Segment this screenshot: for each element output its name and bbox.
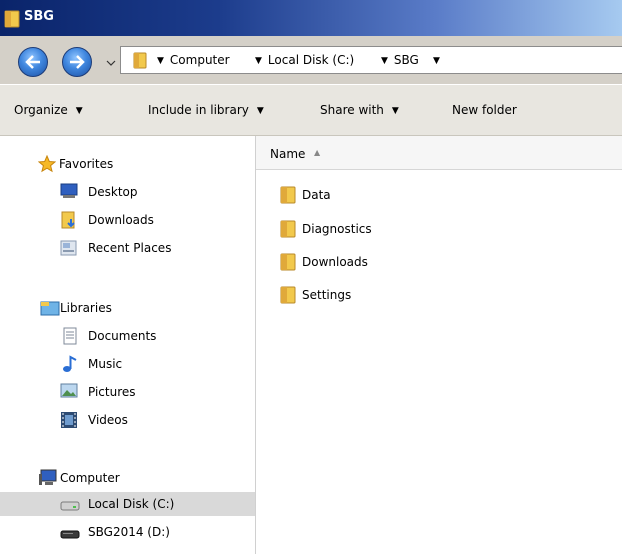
nav-libraries[interactable]: Libraries [0, 296, 255, 320]
folder-icon [280, 286, 296, 304]
address-dropdown[interactable]: ▼ [433, 53, 446, 67]
libraries-icon [40, 301, 60, 316]
sort-ascending-icon: ▲ [314, 148, 321, 157]
nav-music[interactable]: Music [0, 352, 255, 376]
hard-drive-icon [60, 501, 80, 511]
folder-icon [280, 253, 296, 271]
nav-desktop[interactable]: Desktop [0, 180, 255, 204]
folder-icon [4, 10, 20, 28]
back-button[interactable] [18, 47, 48, 77]
downloads-folder-icon [61, 211, 75, 229]
nav-videos[interactable]: Videos [0, 408, 255, 432]
breadcrumb-computer[interactable]: ▼ Computer [157, 53, 230, 67]
recent-pages-dropdown[interactable] [106, 58, 116, 68]
pictures-icon [60, 383, 78, 398]
file-item-diagnostics[interactable]: Diagnostics [276, 218, 476, 240]
videos-icon [61, 412, 77, 428]
back-arrow-icon [25, 55, 40, 69]
file-item-settings[interactable]: Settings [276, 284, 476, 306]
folder-icon [280, 220, 296, 238]
optical-drive-icon [60, 530, 80, 539]
breadcrumb-sbg[interactable]: ▼ SBG [381, 53, 419, 67]
folder-icon [280, 186, 296, 204]
folder-icon [133, 52, 147, 69]
navigation-pane: Favorites Desktop Downloads Recent Place… [0, 136, 256, 554]
nav-computer[interactable]: Computer [0, 466, 255, 490]
nav-recent-places[interactable]: Recent Places [0, 236, 255, 260]
command-bar: Organize ▼ Include in library ▼ Share with… [0, 84, 622, 136]
chevron-down-icon: ▼ [75, 106, 83, 116]
column-header-name[interactable]: Name ▲ [256, 136, 622, 170]
file-item-downloads[interactable]: Downloads [276, 251, 476, 273]
chevron-down-icon: ▼ [157, 56, 164, 66]
include-in-library-button[interactable]: Include in library ▼ [148, 103, 264, 117]
documents-icon [63, 327, 77, 345]
nav-documents[interactable]: Documents [0, 324, 255, 348]
computer-icon [39, 469, 57, 485]
forward-arrow-icon [70, 55, 85, 69]
file-item-data[interactable]: Data [276, 184, 476, 206]
nav-local-disk-c[interactable]: Local Disk (C:) [0, 492, 255, 516]
music-icon [63, 355, 77, 372]
file-list: Name ▲ Data Diagnostics Downloads Settin… [256, 136, 622, 554]
nav-favorites[interactable]: Favorites [0, 152, 255, 176]
chevron-down-icon: ▼ [255, 56, 262, 66]
new-folder-button[interactable]: New folder [452, 103, 517, 117]
chevron-down-icon: ▼ [391, 106, 399, 116]
chevron-down-icon: ▼ [256, 106, 264, 116]
organize-button[interactable]: Organize ▼ [14, 103, 83, 117]
chevron-down-icon: ▼ [381, 56, 388, 66]
star-icon [38, 155, 56, 173]
breadcrumb-local-disk[interactable]: ▼ Local Disk (C:) [255, 53, 354, 67]
forward-button[interactable] [62, 47, 92, 77]
address-field[interactable]: ▼ Computer ▼ Local Disk (C:) ▼ SBG ▼ [120, 46, 622, 74]
nav-sbg2014-d[interactable]: SBG2014 (D:) [0, 520, 255, 544]
nav-downloads[interactable]: Downloads [0, 208, 255, 232]
address-bar-area: ▼ Computer ▼ Local Disk (C:) ▼ SBG ▼ [0, 36, 622, 84]
nav-pictures[interactable]: Pictures [0, 380, 255, 404]
recent-places-icon [60, 240, 77, 256]
chevron-down-icon: ▼ [433, 56, 440, 66]
window-title: SBG [24, 9, 54, 24]
desktop-icon [60, 183, 78, 198]
title-bar: SBG [0, 0, 622, 36]
share-with-button[interactable]: Share with ▼ [320, 103, 399, 117]
